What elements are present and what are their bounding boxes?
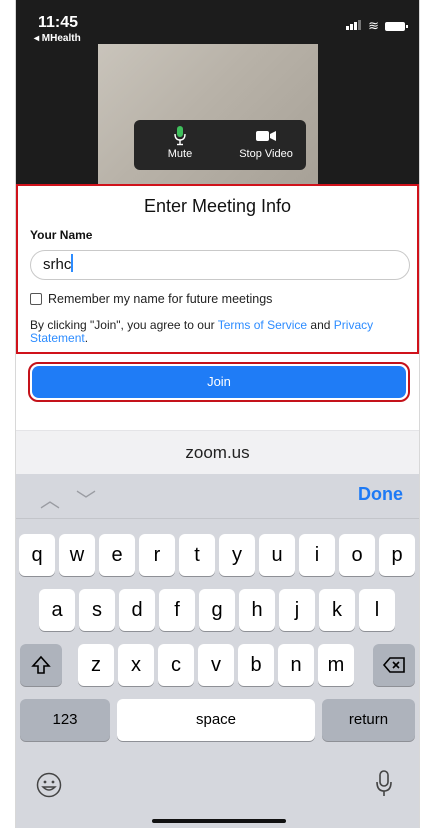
shift-key[interactable] xyxy=(20,644,62,686)
key-w[interactable]: w xyxy=(59,534,95,576)
browser-url-bar[interactable]: zoom.us xyxy=(16,430,419,475)
key-f[interactable]: f xyxy=(159,589,195,631)
remember-name-checkbox[interactable] xyxy=(30,293,42,305)
name-value: srhc xyxy=(43,256,72,273)
return-key[interactable]: return xyxy=(322,699,415,741)
stop-video-button[interactable]: Stop Video xyxy=(226,124,306,160)
meeting-info-title: Enter Meeting Info xyxy=(143,196,292,216)
terms-suffix: . xyxy=(84,331,89,345)
terms-and: and xyxy=(307,318,334,332)
mute-button[interactable]: Mute xyxy=(140,124,220,160)
key-p[interactable]: p xyxy=(379,534,415,576)
key-d[interactable]: d xyxy=(119,589,155,631)
battery-icon xyxy=(385,21,408,31)
key-y[interactable]: y xyxy=(219,534,255,576)
key-l[interactable]: l xyxy=(359,589,395,631)
video-control-bar: Mute Stop Video xyxy=(134,120,306,170)
backspace-icon xyxy=(382,657,405,673)
key-m[interactable]: m xyxy=(318,644,354,686)
video-camera-icon xyxy=(226,124,306,148)
key-t[interactable]: t xyxy=(179,534,215,576)
back-to-app-link[interactable]: ◂ MHealth xyxy=(34,33,81,44)
key-e[interactable]: e xyxy=(99,534,135,576)
chevron-down-icon[interactable]: ﹀ xyxy=(76,484,96,513)
your-name-label: Your Name xyxy=(30,228,93,242)
remember-name-option[interactable]: Remember my name for future meetings xyxy=(30,292,272,306)
join-button-highlight: Join xyxy=(28,362,410,402)
join-button[interactable]: Join xyxy=(32,366,406,398)
numbers-key[interactable]: 123 xyxy=(20,699,110,741)
key-r[interactable]: r xyxy=(139,534,175,576)
microphone-icon xyxy=(140,124,220,148)
dictation-microphone-icon[interactable] xyxy=(375,770,393,798)
key-a[interactable]: a xyxy=(39,589,75,631)
delete-key[interactable] xyxy=(373,644,415,686)
chevron-up-icon[interactable]: ︿ xyxy=(40,484,60,513)
your-name-input[interactable]: srhc xyxy=(30,250,410,280)
phone-screen: 11:45 ◂ MHealth ≋ Mute Stop Video Enter … xyxy=(15,0,420,828)
key-g[interactable]: g xyxy=(199,589,235,631)
key-v[interactable]: v xyxy=(198,644,234,686)
key-i[interactable]: i xyxy=(299,534,335,576)
terms-of-service-link[interactable]: Terms of Service xyxy=(218,318,307,332)
wifi-icon: ≋ xyxy=(368,18,379,33)
status-icons: ≋ xyxy=(346,17,408,35)
home-indicator xyxy=(152,819,286,823)
text-cursor xyxy=(71,254,74,272)
keyboard-toolbar: ︿ ﹀ Done xyxy=(16,474,419,519)
mute-label: Mute xyxy=(167,148,193,160)
status-time: 11:45 xyxy=(38,14,79,31)
video-preview-area: 11:45 ◂ MHealth ≋ Mute Stop Video xyxy=(16,0,419,184)
terms-notice: By clicking "Join", you agree to our Ter… xyxy=(30,319,414,345)
stop-video-label: Stop Video xyxy=(239,148,293,160)
terms-prefix: By clicking "Join", you agree to our xyxy=(30,318,218,332)
done-button[interactable]: Done xyxy=(358,484,403,505)
key-q[interactable]: q xyxy=(19,534,55,576)
meeting-info-panel: Enter Meeting Info Your Name srhc Rememb… xyxy=(16,184,419,354)
key-z[interactable]: z xyxy=(78,644,114,686)
key-x[interactable]: x xyxy=(118,644,154,686)
key-n[interactable]: n xyxy=(278,644,314,686)
key-k[interactable]: k xyxy=(319,589,355,631)
keyboard: ︿ ﹀ Done qwertyuiop asdfghjkl zxcvbnm 12… xyxy=(16,474,419,828)
key-u[interactable]: u xyxy=(259,534,295,576)
emoji-icon[interactable] xyxy=(36,772,62,798)
signal-icon xyxy=(346,17,362,35)
key-o[interactable]: o xyxy=(339,534,375,576)
key-j[interactable]: j xyxy=(279,589,315,631)
key-s[interactable]: s xyxy=(79,589,115,631)
remember-name-label: Remember my name for future meetings xyxy=(48,292,273,306)
key-b[interactable]: b xyxy=(238,644,274,686)
space-key[interactable]: space xyxy=(117,699,315,741)
key-c[interactable]: c xyxy=(158,644,194,686)
shift-icon xyxy=(31,655,51,674)
key-h[interactable]: h xyxy=(239,589,275,631)
